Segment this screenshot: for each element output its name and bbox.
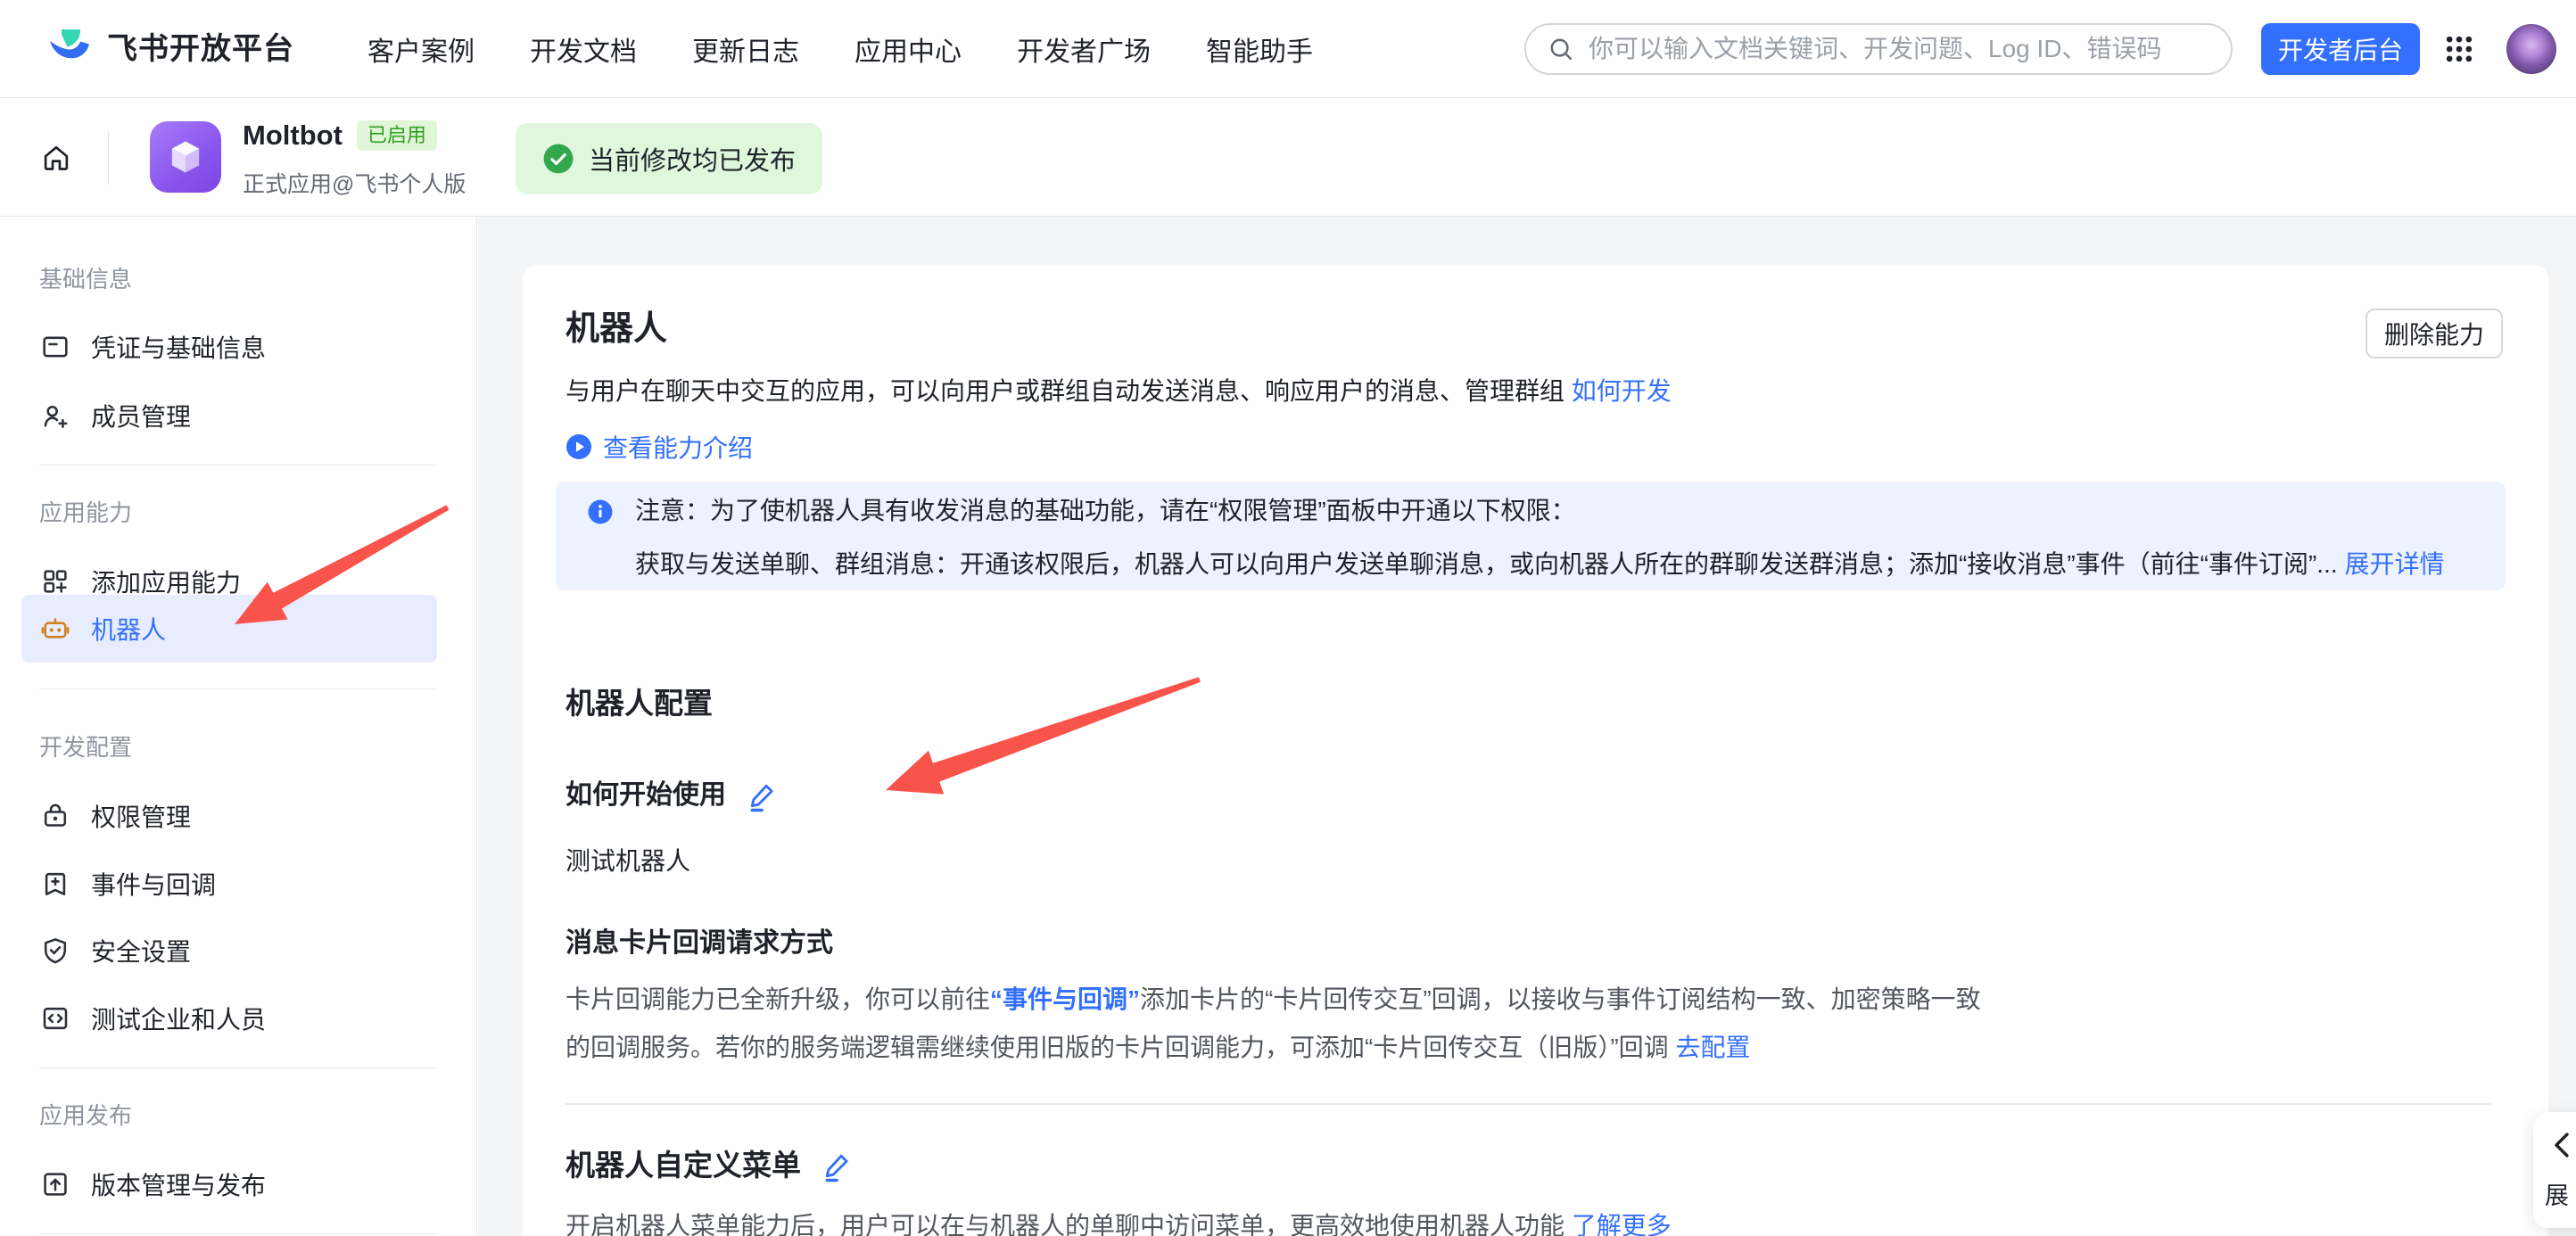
expand-side-panel-handle[interactable]: 展 — [2533, 1112, 2576, 1228]
app-header-bar: Moltbot 已启用 正式应用@飞书个人版 当前修改均已发布 — [0, 98, 2576, 217]
developer-console-button[interactable]: 开发者后台 — [2261, 23, 2420, 75]
custom-menu-heading: 机器人自定义菜单 — [566, 1148, 801, 1183]
nav-item-ai-assistant[interactable]: 智能助手 — [1206, 29, 1313, 69]
nav-item-changelog[interactable]: 更新日志 — [692, 29, 799, 69]
sidebar-item-label: 事件与回调 — [91, 866, 216, 902]
app-subtitle: 正式应用@飞书个人版 — [243, 167, 466, 199]
sidebar-item-robot[interactable]: 机器人 — [21, 595, 437, 663]
delete-capability-button[interactable]: 删除能力 — [2365, 309, 2503, 358]
code-brackets-icon — [39, 1002, 71, 1034]
settings-sidebar: 基础信息 凭证与基础信息 成员管理 应用能力 添加应用能力 — [0, 217, 477, 1236]
sidebar-item-label: 凭证与基础信息 — [91, 329, 266, 365]
shield-check-icon — [39, 935, 71, 967]
divider — [39, 688, 437, 689]
robot-capability-card: 机器人 删除能力 与用户在聊天中交互的应用，可以向用户或群组自动发送消息、响应用… — [523, 265, 2548, 1236]
publish-arrow-icon — [39, 1168, 71, 1200]
sidebar-item-label: 机器人 — [91, 611, 166, 647]
check-circle-icon — [542, 143, 574, 175]
nav-item-customer-cases[interactable]: 客户案例 — [367, 29, 475, 69]
permission-notice-banner: 注意：为了使机器人具有收发消息的基础功能，请在“权限管理”面板中开通以下权限： … — [556, 482, 2506, 590]
go-configure-link[interactable]: 去配置 — [1675, 1034, 1750, 1061]
section-header-capabilities: 应用能力 — [39, 495, 132, 531]
add-capability-icon — [39, 565, 71, 597]
member-add-icon — [39, 400, 71, 432]
sidebar-item-credentials[interactable]: 凭证与基础信息 — [21, 313, 437, 381]
section-divider — [566, 1103, 2492, 1105]
divider — [39, 465, 437, 466]
sidebar-item-label: 添加应用能力 — [91, 564, 241, 599]
edit-pencil-icon[interactable] — [821, 1149, 855, 1182]
sidebar-item-permissions[interactable]: 权限管理 — [21, 782, 437, 850]
publish-status-text: 当前修改均已发布 — [589, 140, 796, 177]
user-avatar[interactable] — [2506, 24, 2556, 74]
main-content: 机器人 删除能力 与用户在聊天中交互的应用，可以向用户或群组自动发送消息、响应用… — [478, 217, 2576, 1236]
info-icon — [588, 499, 613, 524]
section-header-release: 应用发布 — [39, 1098, 132, 1133]
capability-description: 与用户在聊天中交互的应用，可以向用户或群组自动发送消息、响应用户的消息、管理群组 — [566, 377, 1565, 405]
nav-item-dev-docs[interactable]: 开发文档 — [530, 29, 637, 69]
chevron-left-icon — [2544, 1126, 2576, 1164]
test-bot-label: 测试机器人 — [566, 846, 690, 877]
callback-paragraph-1: 卡片回调能力已全新升级，你可以前往 — [566, 985, 990, 1013]
feishu-logo-icon — [48, 28, 91, 70]
how-to-develop-link[interactable]: 如何开发 — [1572, 377, 1672, 405]
search-input[interactable] — [1589, 35, 2218, 63]
sidebar-item-members[interactable]: 成员管理 — [21, 382, 437, 449]
sidebar-item-label: 版本管理与发布 — [91, 1166, 266, 1202]
home-icon[interactable] — [39, 141, 73, 175]
capability-intro-link[interactable]: 查看能力介绍 — [603, 429, 753, 465]
nav-item-app-center[interactable]: 应用中心 — [855, 29, 962, 69]
section-header-dev-config: 开发配置 — [39, 729, 132, 765]
credential-card-icon — [39, 331, 71, 363]
sidebar-item-label: 测试企业和人员 — [91, 1001, 266, 1036]
top-navigation: 飞书开放平台 客户案例 开发文档 更新日志 应用中心 开发者广场 智能助手 开发… — [0, 0, 2576, 98]
sidebar-item-label: 成员管理 — [91, 398, 191, 433]
play-circle-icon — [566, 433, 592, 460]
sidebar-item-label: 安全设置 — [91, 933, 191, 968]
divider — [39, 1067, 437, 1068]
callback-paragraph-2: 的回调服务。若你的服务端逻辑需继续使用旧版的卡片回调能力，可添加“卡片回传交互（… — [566, 1034, 1669, 1061]
sidebar-item-label: 权限管理 — [91, 798, 191, 834]
callback-paragraph-1b: 添加卡片的“卡片回传交互”回调，以接收与事件订阅结构一致、加密策略一致 — [1140, 985, 1981, 1013]
brand-title: 飞书开放平台 — [107, 0, 294, 98]
card-callback-heading: 消息卡片回调请求方式 — [566, 927, 833, 960]
notice-line-2: 获取与发送单聊、群组消息：开通该权限后，机器人可以向用户发送单聊消息，或向机器人… — [635, 550, 2338, 578]
sidebar-item-security[interactable]: 安全设置 — [21, 917, 437, 985]
expand-label: 展 — [2545, 1176, 2569, 1211]
nav-item-developer-plaza[interactable]: 开发者广场 — [1017, 29, 1151, 69]
divider — [39, 1233, 437, 1234]
divider — [108, 131, 109, 185]
notice-line-1: 注意：为了使机器人具有收发消息的基础功能，请在“权限管理”面板中开通以下权限： — [635, 496, 1576, 526]
expand-details-link[interactable]: 展开详情 — [2344, 550, 2444, 578]
enabled-status-badge: 已启用 — [357, 120, 437, 151]
sidebar-item-events[interactable]: 事件与回调 — [21, 850, 437, 918]
apps-grid-icon[interactable] — [2441, 31, 2477, 67]
primary-nav: 客户案例 开发文档 更新日志 应用中心 开发者广场 智能助手 — [367, 0, 1313, 98]
bot-config-heading: 机器人配置 — [566, 686, 713, 721]
publish-status-banner: 当前修改均已发布 — [516, 123, 822, 194]
sidebar-item-test-company[interactable]: 测试企业和人员 — [21, 985, 437, 1052]
search-icon — [1546, 34, 1576, 64]
how-to-start-label: 如何开始使用 — [566, 779, 726, 812]
app-name: Moltbot — [243, 119, 343, 152]
section-header-basic-info: 基础信息 — [39, 261, 132, 297]
robot-icon — [39, 613, 71, 645]
sidebar-item-version-release[interactable]: 版本管理与发布 — [21, 1150, 437, 1218]
learn-more-link[interactable]: 了解更多 — [1572, 1212, 1672, 1236]
events-callback-link[interactable]: “事件与回调” — [990, 985, 1140, 1013]
page-title: 机器人 — [566, 309, 667, 349]
app-logo-cube-icon — [150, 121, 221, 193]
event-bookmark-icon — [39, 868, 71, 900]
edit-pencil-icon[interactable] — [746, 779, 780, 812]
lock-icon — [39, 800, 71, 832]
capability-intro-link-row[interactable]: 查看能力介绍 — [566, 429, 753, 465]
custom-menu-description: 开启机器人菜单能力后，用户可以在与机器人的单聊中访问菜单，更高效地使用机器人功能 — [566, 1212, 1565, 1236]
global-search[interactable] — [1524, 23, 2233, 75]
